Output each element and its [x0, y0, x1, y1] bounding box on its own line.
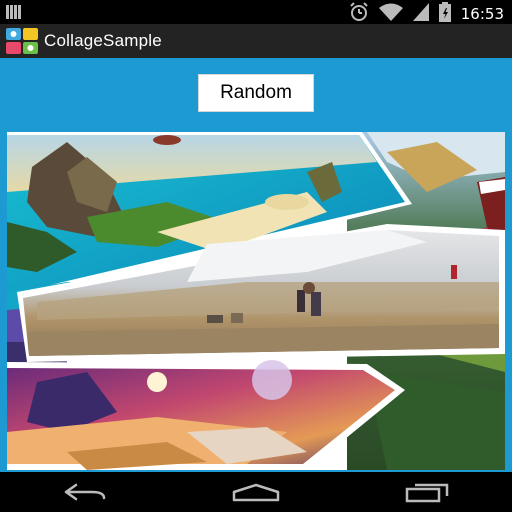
status-bar: 16:53 [0, 0, 512, 24]
status-time: 16:53 [460, 5, 504, 23]
cell-signal-icon [412, 3, 429, 25]
collage-view[interactable] [7, 132, 505, 470]
surreal-planet-landscape-photo [7, 360, 405, 470]
main-content: Random [0, 58, 512, 472]
alarm-icon [349, 2, 369, 26]
notification-icon [6, 4, 22, 23]
wifi-icon [378, 3, 403, 25]
app-launcher-icon[interactable] [0, 24, 44, 58]
home-icon[interactable] [216, 472, 296, 512]
app-bar: CollageSample [0, 24, 512, 60]
random-button[interactable]: Random [198, 74, 314, 112]
battery-icon [438, 2, 451, 26]
back-icon[interactable] [45, 472, 125, 512]
recent-apps-icon[interactable] [387, 472, 467, 512]
navigation-bar [0, 472, 512, 512]
app-title: CollageSample [44, 31, 162, 50]
